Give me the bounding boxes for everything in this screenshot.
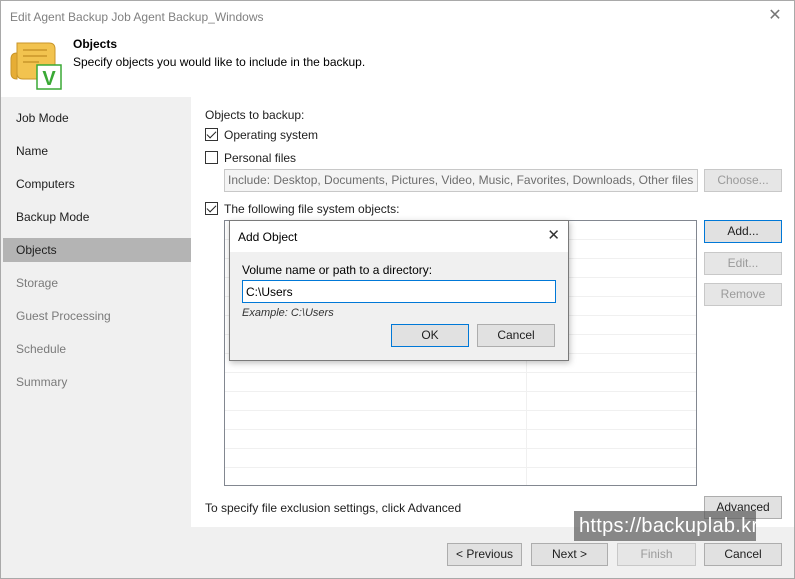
file-system-objects-checkbox[interactable] — [205, 202, 218, 215]
wizard-steps-sidebar: Job Mode Name Computers Backup Mode Obje… — [1, 97, 191, 527]
list-row — [225, 411, 696, 430]
wizard-header: V Objects Specify objects you would like… — [1, 33, 794, 97]
list-row — [225, 392, 696, 411]
previous-button[interactable]: < Previous — [447, 543, 522, 566]
objects-to-backup-label: Objects to backup: — [205, 108, 305, 122]
sidebar-item-storage: Storage — [16, 276, 59, 290]
logo-letter: V — [42, 68, 56, 90]
sidebar-item-name[interactable]: Name — [3, 139, 191, 163]
title-bar: Edit Agent Backup Job Agent Backup_Windo… — [1, 1, 794, 33]
path-field-label: Volume name or path to a directory: — [242, 263, 433, 277]
edit-agent-backup-job-window: Edit Agent Backup Job Agent Backup_Windo… — [0, 0, 795, 579]
sidebar-item-job-mode[interactable]: Job Mode — [3, 106, 191, 130]
sidebar-item-summary: Summary — [16, 375, 68, 389]
finish-button[interactable]: Finish — [617, 543, 696, 566]
sidebar-item-guest-processing: Guest Processing — [16, 309, 111, 323]
list-row — [225, 449, 696, 468]
sidebar-item-computers[interactable]: Computers — [3, 172, 191, 196]
sidebar-item-backup-mode[interactable]: Backup Mode — [3, 205, 191, 229]
dialog-cancel-button[interactable]: Cancel — [477, 324, 555, 347]
path-example-text: Example: C:\Users — [242, 307, 334, 319]
scroll-check-icon: V — [10, 42, 62, 90]
window-close-icon[interactable]: ✕ — [766, 7, 784, 25]
personal-files-include-field: Include: Desktop, Documents, Pictures, V… — [224, 169, 698, 192]
add-object-dialog: Add Object ✕ Volume name or path to a di… — [229, 220, 569, 361]
dialog-close-icon[interactable]: ✕ — [547, 228, 560, 244]
exclusion-hint-text: To specify file exclusion settings, clic… — [205, 501, 462, 515]
personal-files-checkbox[interactable] — [205, 151, 218, 164]
operating-system-label: Operating system — [224, 128, 319, 142]
dialog-title: Add Object — [238, 230, 298, 244]
cancel-button[interactable]: Cancel — [704, 543, 782, 566]
page-subtitle: Specify objects you would like to includ… — [73, 55, 366, 69]
watermark-text: https://backuplab.kr — [574, 511, 758, 541]
file-system-objects-label: The following file system objects: — [224, 202, 400, 216]
sidebar-item-objects[interactable]: Objects — [3, 238, 191, 262]
list-row — [225, 373, 696, 392]
window-title: Edit Agent Backup Job Agent Backup_Windo… — [10, 10, 264, 24]
operating-system-checkbox[interactable] — [205, 128, 218, 141]
path-input[interactable] — [242, 280, 556, 303]
dialog-ok-button[interactable]: OK — [391, 324, 469, 347]
add-button[interactable]: Add... — [704, 220, 782, 243]
page-title: Objects — [73, 37, 118, 51]
next-button[interactable]: Next > — [531, 543, 608, 566]
sidebar-item-schedule: Schedule — [16, 342, 67, 356]
dialog-title-bar: Add Object ✕ — [230, 221, 568, 252]
personal-files-label: Personal files — [224, 151, 297, 165]
remove-button[interactable]: Remove — [704, 283, 782, 306]
edit-button[interactable]: Edit... — [704, 252, 782, 275]
choose-button[interactable]: Choose... — [704, 169, 782, 192]
list-row — [225, 430, 696, 449]
